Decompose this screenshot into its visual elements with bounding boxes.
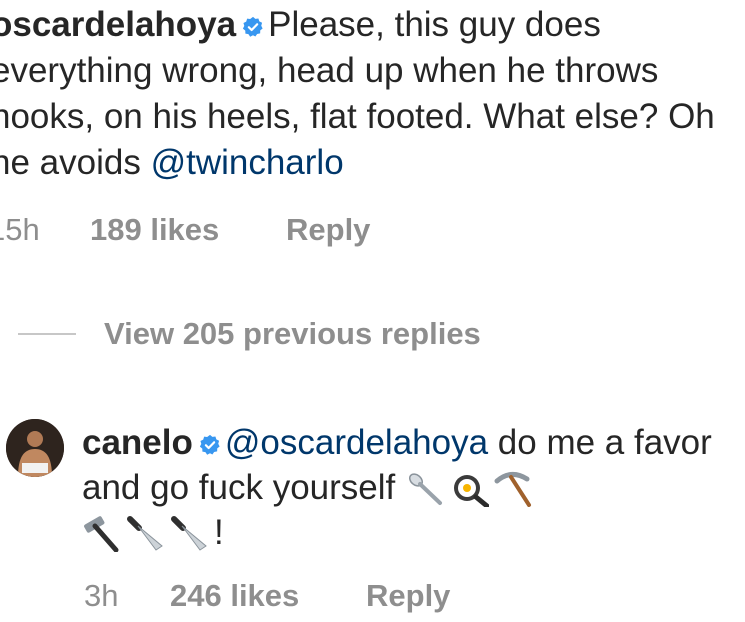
comment-text-end: ! (214, 513, 224, 552)
comment-oscardelahoya: oscardelahoya Please, this guy does every… (0, 2, 736, 186)
pick-icon (494, 472, 531, 507)
comment-meta: 15h 189 likesReply (0, 212, 370, 248)
verified-badge-icon (199, 434, 220, 455)
reply-button[interactable]: Reply (366, 578, 450, 614)
replies-divider-line (18, 333, 76, 335)
kitchen-knife-icon (171, 516, 207, 551)
comment-timestamp: 15h (0, 212, 40, 247)
username-link[interactable]: oscardelahoya (0, 5, 236, 44)
verified-badge-icon (243, 16, 263, 37)
comment-canelo: canelo @oscardelahoya do me a favor and g… (82, 420, 742, 555)
mention-link[interactable]: @twincharlo (151, 143, 344, 182)
comment-timestamp: 3h (84, 578, 119, 613)
likes-count-button[interactable]: 189 likes (90, 212, 286, 248)
mention-link[interactable]: @oscardelahoya (225, 423, 488, 462)
view-replies-label: View 205 previous replies (104, 316, 481, 351)
likes-count-button[interactable]: 246 likes (170, 578, 366, 614)
spoon-icon (408, 473, 442, 505)
reply-button[interactable]: Reply (286, 212, 370, 248)
comment-meta: 3h 246 likes Reply (84, 578, 450, 614)
username-link[interactable]: canelo (82, 423, 193, 462)
frying-pan-icon (453, 475, 489, 507)
avatar-image (6, 419, 64, 477)
kitchen-knife-icon (127, 516, 163, 551)
hammer-icon (84, 516, 119, 552)
avatar[interactable] (6, 419, 64, 477)
view-previous-replies-button[interactable]: View 205 previous replies (0, 314, 481, 354)
